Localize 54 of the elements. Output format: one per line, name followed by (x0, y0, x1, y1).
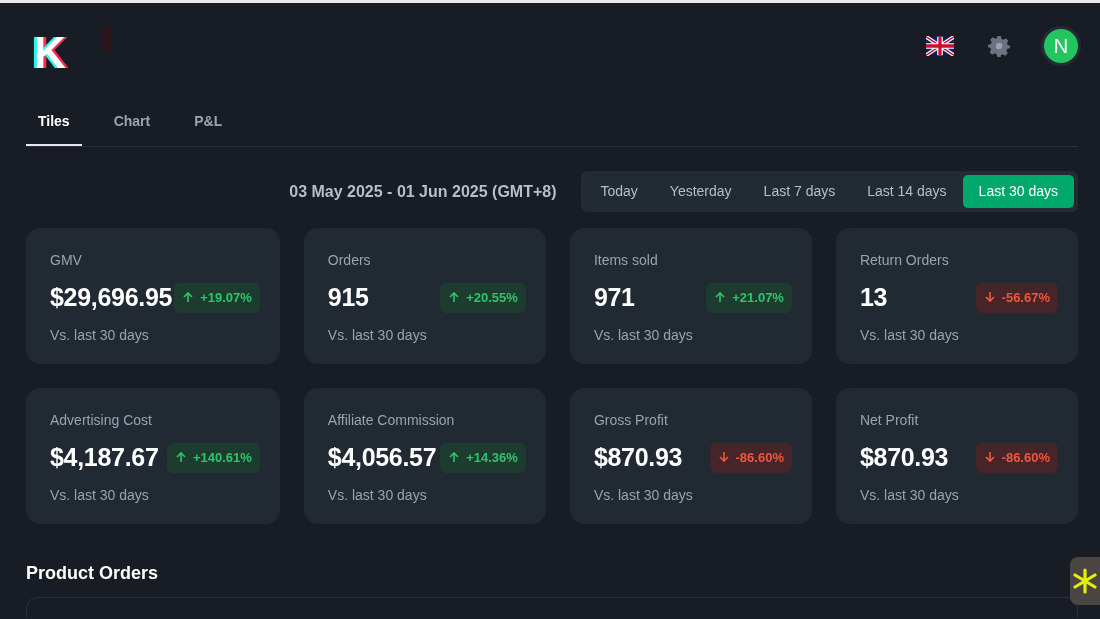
tile-title: Orders (327, 251, 372, 270)
arrow-down-icon (717, 451, 730, 463)
tab[interactable]: Tiles (26, 103, 82, 146)
tile-value: 13 (859, 282, 888, 313)
tile-note: Vs. last 30 days (327, 325, 428, 345)
change-value: +21.07% (732, 290, 784, 305)
section-title: Product Orders (26, 562, 160, 585)
change-value: -56.67% (1001, 290, 1050, 305)
arrow-up-icon (448, 291, 461, 303)
change-value: +14.36% (466, 450, 518, 465)
period-button[interactable]: Last 7 days (747, 175, 852, 208)
tile-note: Vs. last 30 days (859, 325, 960, 345)
tile-title: Return Orders (859, 251, 950, 270)
arrow-up-icon (714, 291, 727, 303)
tile-value: $29,696.95 (50, 282, 173, 313)
tile-value: $4,056.57 (327, 442, 437, 473)
tile-value: 915 (327, 282, 369, 313)
logo: K (34, 31, 66, 75)
tile-note: Vs. last 30 days (593, 485, 694, 505)
date-range: 03 May 2025 - 01 Jun 2025 (GMT+8) (289, 181, 557, 202)
tab[interactable]: P&L (182, 103, 235, 146)
help-widget[interactable] (1070, 557, 1100, 605)
tile-title: Affiliate Commission (327, 411, 456, 430)
tile-value: $870.93 (859, 442, 949, 473)
period-button[interactable]: Yesterday (653, 175, 748, 208)
tile-title: Items sold (593, 251, 659, 270)
arrow-up-icon (174, 451, 187, 463)
tile-title: Advertising Cost (50, 411, 153, 430)
asterisk-icon (1073, 568, 1097, 594)
tile-title: Gross Profit (593, 411, 669, 430)
tile-note: Vs. last 30 days (859, 485, 960, 505)
tab[interactable]: Chart (101, 103, 163, 146)
period-button[interactable]: Today (584, 175, 654, 208)
arrow-down-icon (983, 451, 996, 463)
tile-note: Vs. last 30 days (50, 325, 150, 345)
change-value: -86.60% (1001, 450, 1050, 465)
arrow-up-icon (182, 291, 195, 303)
uk-flag-icon[interactable] (926, 36, 954, 56)
change-value: +19.07% (200, 290, 252, 305)
tile-note: Vs. last 30 days (50, 485, 150, 505)
settings-icon[interactable] (988, 35, 1010, 57)
tile-title: GMV (50, 251, 83, 270)
change-value: -86.60% (735, 450, 784, 465)
tile-value: $4,187.67 (50, 442, 159, 473)
arrow-up-icon (448, 451, 461, 463)
change-value: +140.61% (192, 450, 252, 465)
period-button[interactable]: Last 14 days (851, 175, 963, 208)
tile-note: Vs. last 30 days (327, 485, 428, 505)
arrow-down-icon (983, 291, 996, 303)
tile-note: Vs. last 30 days (593, 325, 694, 345)
tile-title: Net Profit (859, 411, 920, 430)
change-value: +20.55% (466, 290, 518, 305)
tile-value: 971 (593, 282, 635, 313)
tile-value: $870.93 (593, 442, 683, 473)
